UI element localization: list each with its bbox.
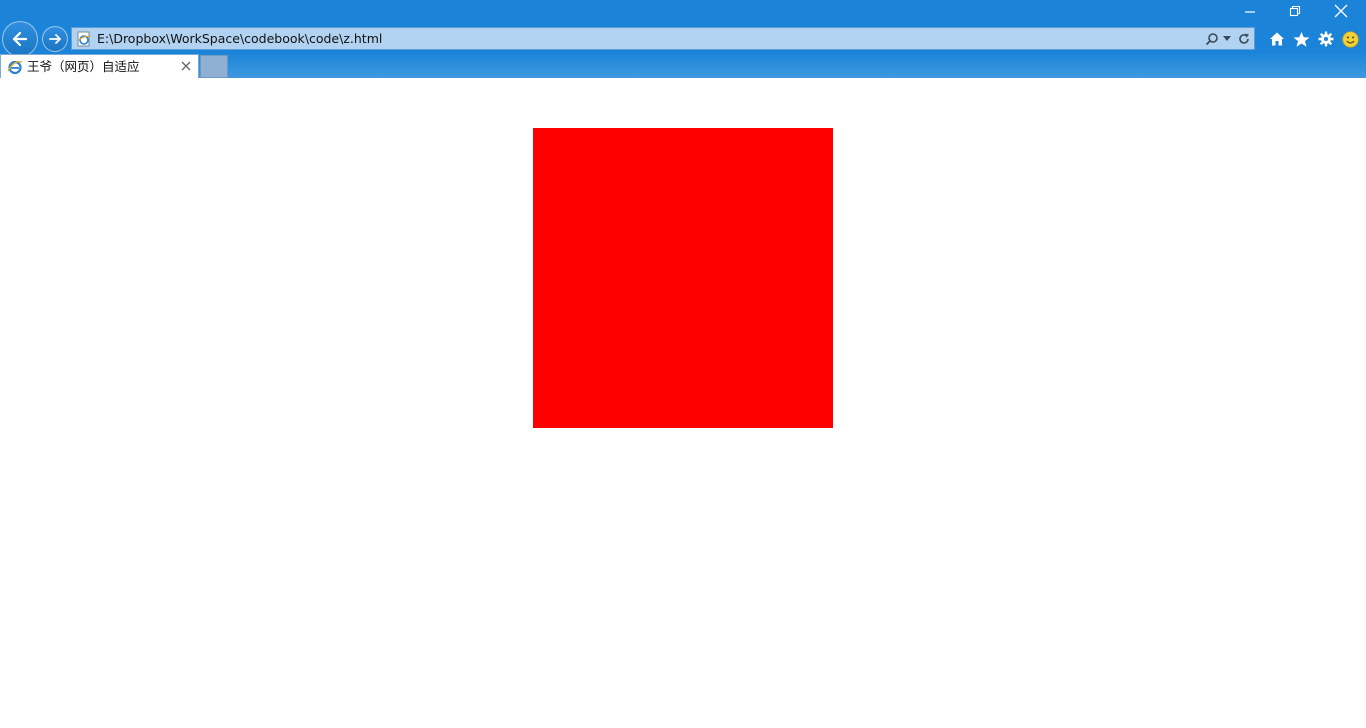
feedback-button[interactable] bbox=[1339, 28, 1361, 50]
ie-page-icon bbox=[77, 31, 91, 47]
tab-active[interactable]: 王爷（网页）自适应 bbox=[0, 54, 199, 78]
address-bar[interactable]: E:\Dropbox\WorkSpace\codebook\code\z.htm… bbox=[71, 27, 1255, 50]
close-icon bbox=[181, 61, 191, 71]
back-button[interactable] bbox=[2, 21, 38, 57]
home-icon bbox=[1270, 32, 1284, 46]
red-square bbox=[533, 128, 833, 428]
minimize-button[interactable] bbox=[1227, 0, 1273, 22]
restore-button[interactable] bbox=[1272, 0, 1318, 22]
forward-button[interactable] bbox=[42, 26, 68, 52]
search-icon bbox=[1205, 33, 1218, 46]
gear-icon bbox=[1318, 31, 1334, 47]
close-icon bbox=[1334, 4, 1348, 18]
minimize-icon bbox=[1245, 11, 1255, 13]
restore-icon bbox=[1289, 5, 1301, 17]
favorites-button[interactable] bbox=[1290, 28, 1312, 50]
arrow-right-icon bbox=[49, 34, 61, 44]
tab-title: 王爷（网页）自适应 bbox=[27, 59, 140, 74]
refresh-button[interactable] bbox=[1236, 30, 1252, 48]
tools-button[interactable] bbox=[1315, 28, 1337, 50]
refresh-icon bbox=[1239, 33, 1249, 44]
new-tab-button[interactable] bbox=[200, 55, 228, 78]
arrow-left-icon bbox=[12, 31, 28, 47]
search-button[interactable] bbox=[1205, 30, 1219, 48]
page-content bbox=[0, 78, 1366, 728]
star-icon bbox=[1293, 31, 1309, 47]
url-text[interactable]: E:\Dropbox\WorkSpace\codebook\code\z.htm… bbox=[97, 28, 382, 49]
close-window-button[interactable] bbox=[1318, 0, 1364, 22]
tab-close-button[interactable] bbox=[178, 58, 194, 74]
smiley-icon bbox=[1341, 30, 1359, 48]
ie-logo-icon bbox=[7, 60, 23, 75]
chevron-down-icon bbox=[1223, 36, 1231, 41]
address-dropdown-button[interactable] bbox=[1222, 30, 1232, 48]
home-button[interactable] bbox=[1266, 28, 1288, 50]
